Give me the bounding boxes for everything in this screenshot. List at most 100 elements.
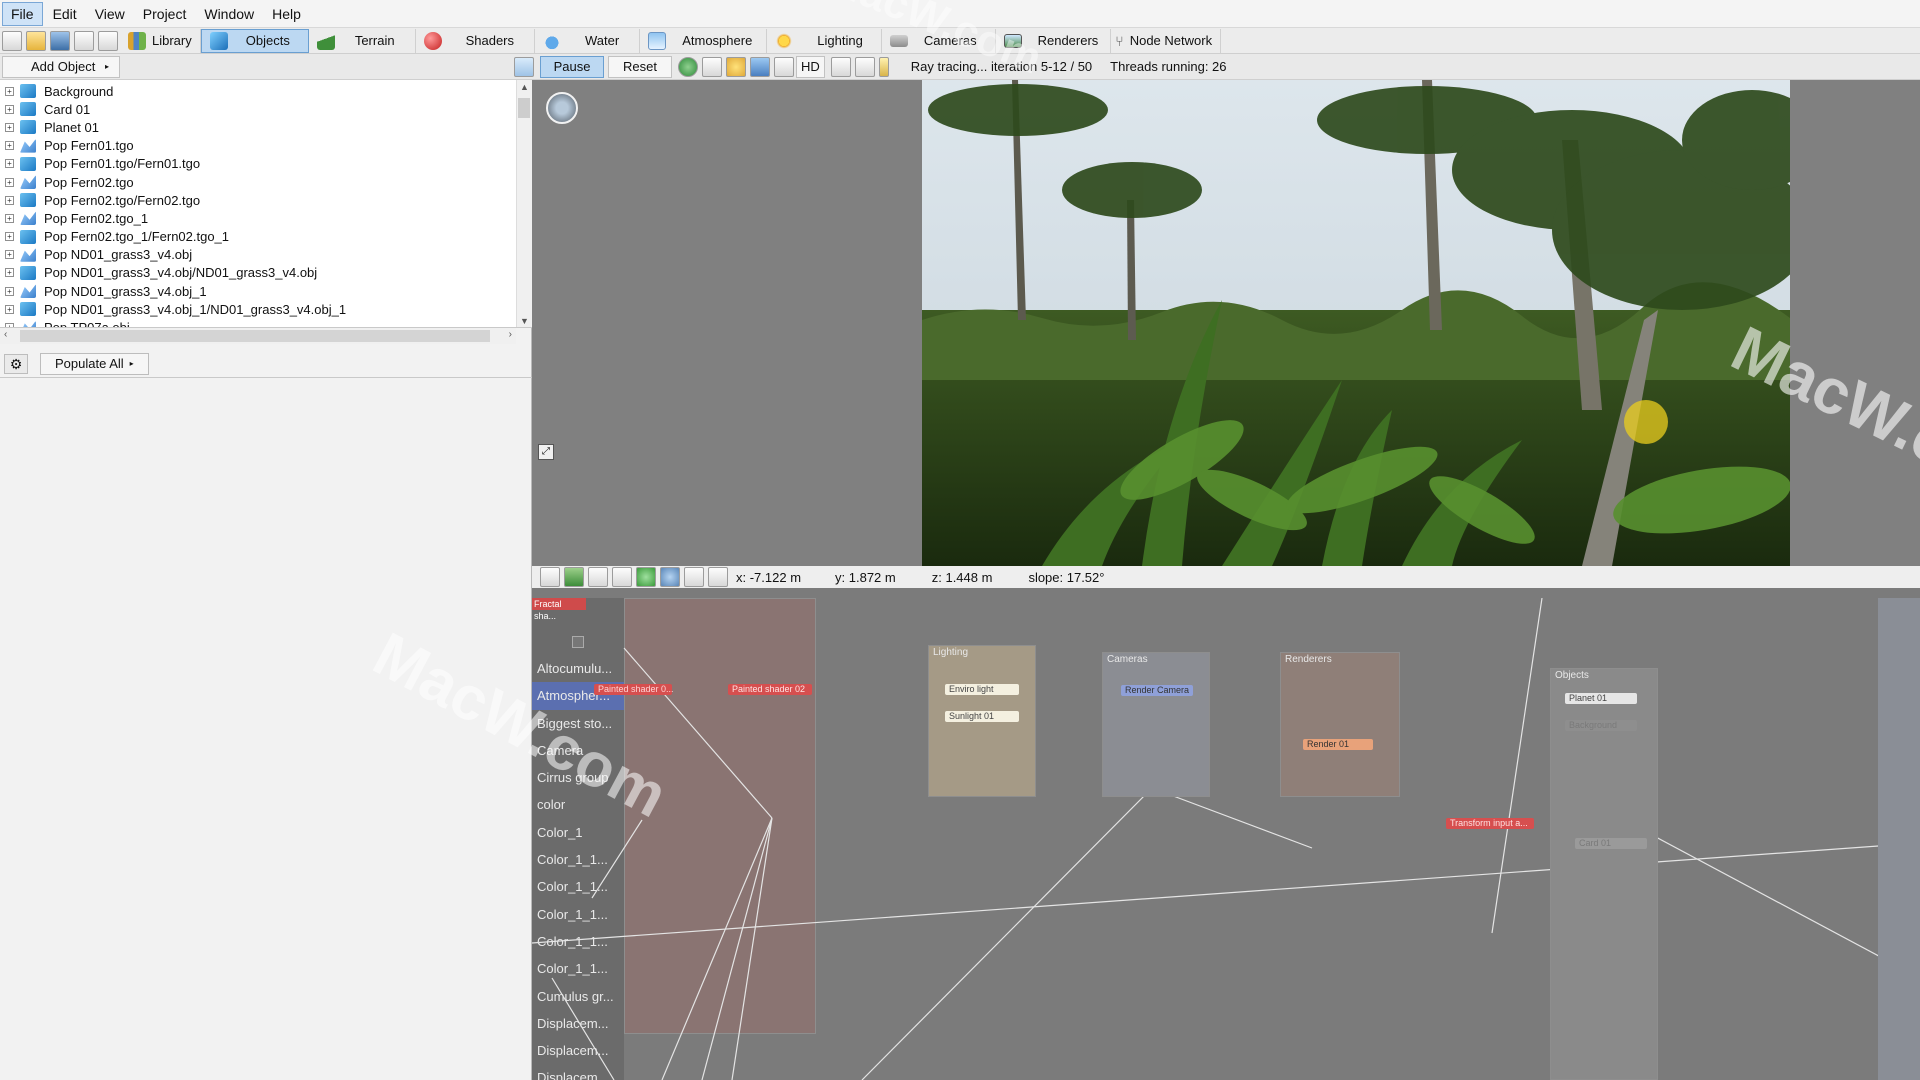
expand-viewport-icon[interactable]: ⤢ [538, 444, 554, 460]
objects-tab[interactable]: Objects [200, 28, 309, 53]
open-project-icon[interactable] [26, 30, 46, 51]
tree-row[interactable]: + Pop ND01_grass3_v4.obj [0, 246, 532, 264]
populate-all-button[interactable]: Populate All ▸ [40, 352, 149, 375]
cameras-group[interactable]: Cameras Render Camera [1102, 652, 1210, 797]
marker-icon[interactable] [878, 56, 889, 77]
pause-button[interactable]: Pause [540, 55, 604, 78]
tree-row[interactable]: + Pop TP07a.obj [0, 318, 532, 327]
menu-help[interactable]: Help [264, 3, 309, 25]
expand-icon[interactable]: + [5, 304, 14, 314]
scroll-up-icon[interactable]: ▲ [520, 82, 529, 92]
populate-toolbar: ⚙ Populate All ▸ [0, 350, 532, 378]
tree-row[interactable]: + Pop ND01_grass3_v4.obj/ND01_grass3_v4.o… [0, 264, 532, 282]
painted-shader-02-node[interactable]: Painted shader 02 [728, 684, 812, 695]
scroll-left-icon[interactable]: ‹ [4, 329, 7, 340]
preview-mode-icon[interactable] [678, 56, 698, 77]
node-network-panel[interactable]: Fractal sha... Altocumulu... Atmospher...… [532, 598, 1920, 1080]
tree-vertical-scrollbar[interactable]: ▲ ▼ [516, 80, 532, 327]
atmosphere-preview-icon[interactable] [750, 56, 770, 77]
menu-project[interactable]: Project [135, 3, 195, 25]
expand-icon[interactable]: + [5, 195, 14, 205]
new-project-icon[interactable] [2, 30, 22, 51]
paint-icon[interactable] [830, 56, 851, 77]
sunlight-node[interactable]: Sunlight 01 [945, 711, 1019, 722]
menu-file[interactable]: File [2, 1, 43, 26]
card-node[interactable]: Card 01 [1575, 838, 1647, 849]
menu-view[interactable]: View [87, 3, 133, 25]
expand-icon[interactable]: + [5, 232, 14, 242]
object-icon [20, 229, 36, 244]
tree-horizontal-scrollbar[interactable]: ‹ › [0, 328, 516, 344]
add-object-button[interactable]: Add Object ▸ [2, 55, 120, 78]
atmosphere-tab[interactable]: Atmosphere [640, 28, 768, 53]
render-window-icon[interactable] [98, 30, 118, 51]
tree-scroll-thumb[interactable] [518, 98, 530, 118]
enviro-light-node[interactable]: Enviro light [945, 684, 1019, 695]
expand-icon[interactable]: + [5, 177, 14, 187]
water-tab[interactable]: Water [535, 28, 641, 53]
expand-icon[interactable]: + [5, 286, 14, 296]
renderers-group[interactable]: Renderers Render 01 [1280, 652, 1400, 797]
painted-shader-01-node[interactable]: Painted shader 0... [594, 684, 674, 695]
expand-icon[interactable]: + [5, 141, 14, 151]
menu-window[interactable]: Window [196, 3, 262, 25]
tree-row[interactable]: + Pop Fern01.tgo/Fern01.tgo [0, 155, 532, 173]
scroll-down-icon[interactable]: ▼ [520, 316, 529, 326]
lighting-tab[interactable]: Lighting [767, 28, 882, 53]
tree-row[interactable]: + Pop Fern02.tgo/Fern02.tgo [0, 191, 532, 209]
view-toggle-icon[interactable] [514, 56, 534, 77]
tree-row[interactable]: + Pop Fern01.tgo [0, 137, 532, 155]
tree-row[interactable]: + Card 01 [0, 100, 532, 118]
transform-input-node[interactable]: Transform input a... [1446, 818, 1534, 829]
expand-icon[interactable]: + [5, 213, 14, 223]
cloud-preview-icon[interactable] [702, 56, 722, 77]
expand-icon[interactable]: + [5, 250, 14, 260]
camera-view-icon[interactable] [540, 567, 560, 587]
settings-preview-icon[interactable] [774, 56, 794, 77]
render-camera-node[interactable]: Render Camera [1121, 685, 1193, 696]
render-node[interactable]: Render 01 [1303, 739, 1373, 750]
tree-hscroll-thumb[interactable] [20, 330, 490, 342]
menu-edit[interactable]: Edit [45, 3, 85, 25]
lighting-label: Lighting [817, 33, 863, 48]
refresh-icon[interactable] [636, 567, 656, 587]
expand-icon[interactable]: + [5, 159, 14, 169]
eye-icon[interactable] [660, 567, 680, 587]
library-button[interactable]: Library [120, 28, 201, 53]
copy-icon[interactable] [74, 30, 94, 51]
fit-view-icon[interactable] [684, 567, 704, 587]
expand-icon[interactable]: + [5, 268, 14, 278]
frame-view-icon[interactable] [612, 567, 632, 587]
print-view-icon[interactable] [588, 567, 608, 587]
lighting-group[interactable]: Lighting Enviro light Sunlight 01 [928, 645, 1036, 797]
gear-icon[interactable]: ⚙ [4, 353, 28, 374]
tree-row[interactable]: + Pop ND01_grass3_v4.obj_1/ND01_grass3_v4… [0, 300, 532, 318]
tree-row[interactable]: + Pop Fern02.tgo [0, 173, 532, 191]
sun-preview-icon[interactable] [726, 56, 746, 77]
shaders-tab[interactable]: Shaders [416, 28, 535, 53]
tree-row[interactable]: + Pop Fern02.tgo_1/Fern02.tgo_1 [0, 228, 532, 246]
tree-row[interactable]: + Pop Fern02.tgo_1 [0, 209, 532, 227]
crop-icon[interactable] [854, 56, 875, 77]
terrain-label: Terrain [354, 33, 395, 48]
tree-row[interactable]: + Planet 01 [0, 118, 532, 136]
tree-row[interactable]: + Pop ND01_grass3_v4.obj_1 [0, 282, 532, 300]
hd-button[interactable]: HD [796, 55, 825, 78]
3d-preview-viewport[interactable]: ⤢ [532, 80, 1920, 566]
expand-icon[interactable]: + [5, 104, 14, 114]
navigation-widget-icon[interactable] [546, 92, 578, 124]
background-node[interactable]: Background [1565, 720, 1637, 731]
tree-row[interactable]: + Background [0, 82, 532, 100]
expand-icon[interactable]: + [5, 122, 14, 132]
reset-button[interactable]: Reset [608, 55, 672, 78]
planet-node[interactable]: Planet 01 [1565, 693, 1637, 704]
scroll-right-icon[interactable]: › [509, 329, 512, 340]
expand-icon[interactable]: + [5, 86, 14, 96]
terrain-tab[interactable]: Terrain [309, 28, 416, 53]
slope-icon[interactable] [708, 567, 728, 587]
render-view-icon[interactable] [564, 567, 584, 587]
objects-group[interactable]: Objects Planet 01 Background Card 01 [1550, 668, 1658, 1080]
save-icon[interactable] [50, 30, 70, 51]
dropdown-arrow-icon: ▸ [104, 62, 109, 71]
node-network-tab[interactable]: ⑂ Node Network [1111, 28, 1222, 53]
